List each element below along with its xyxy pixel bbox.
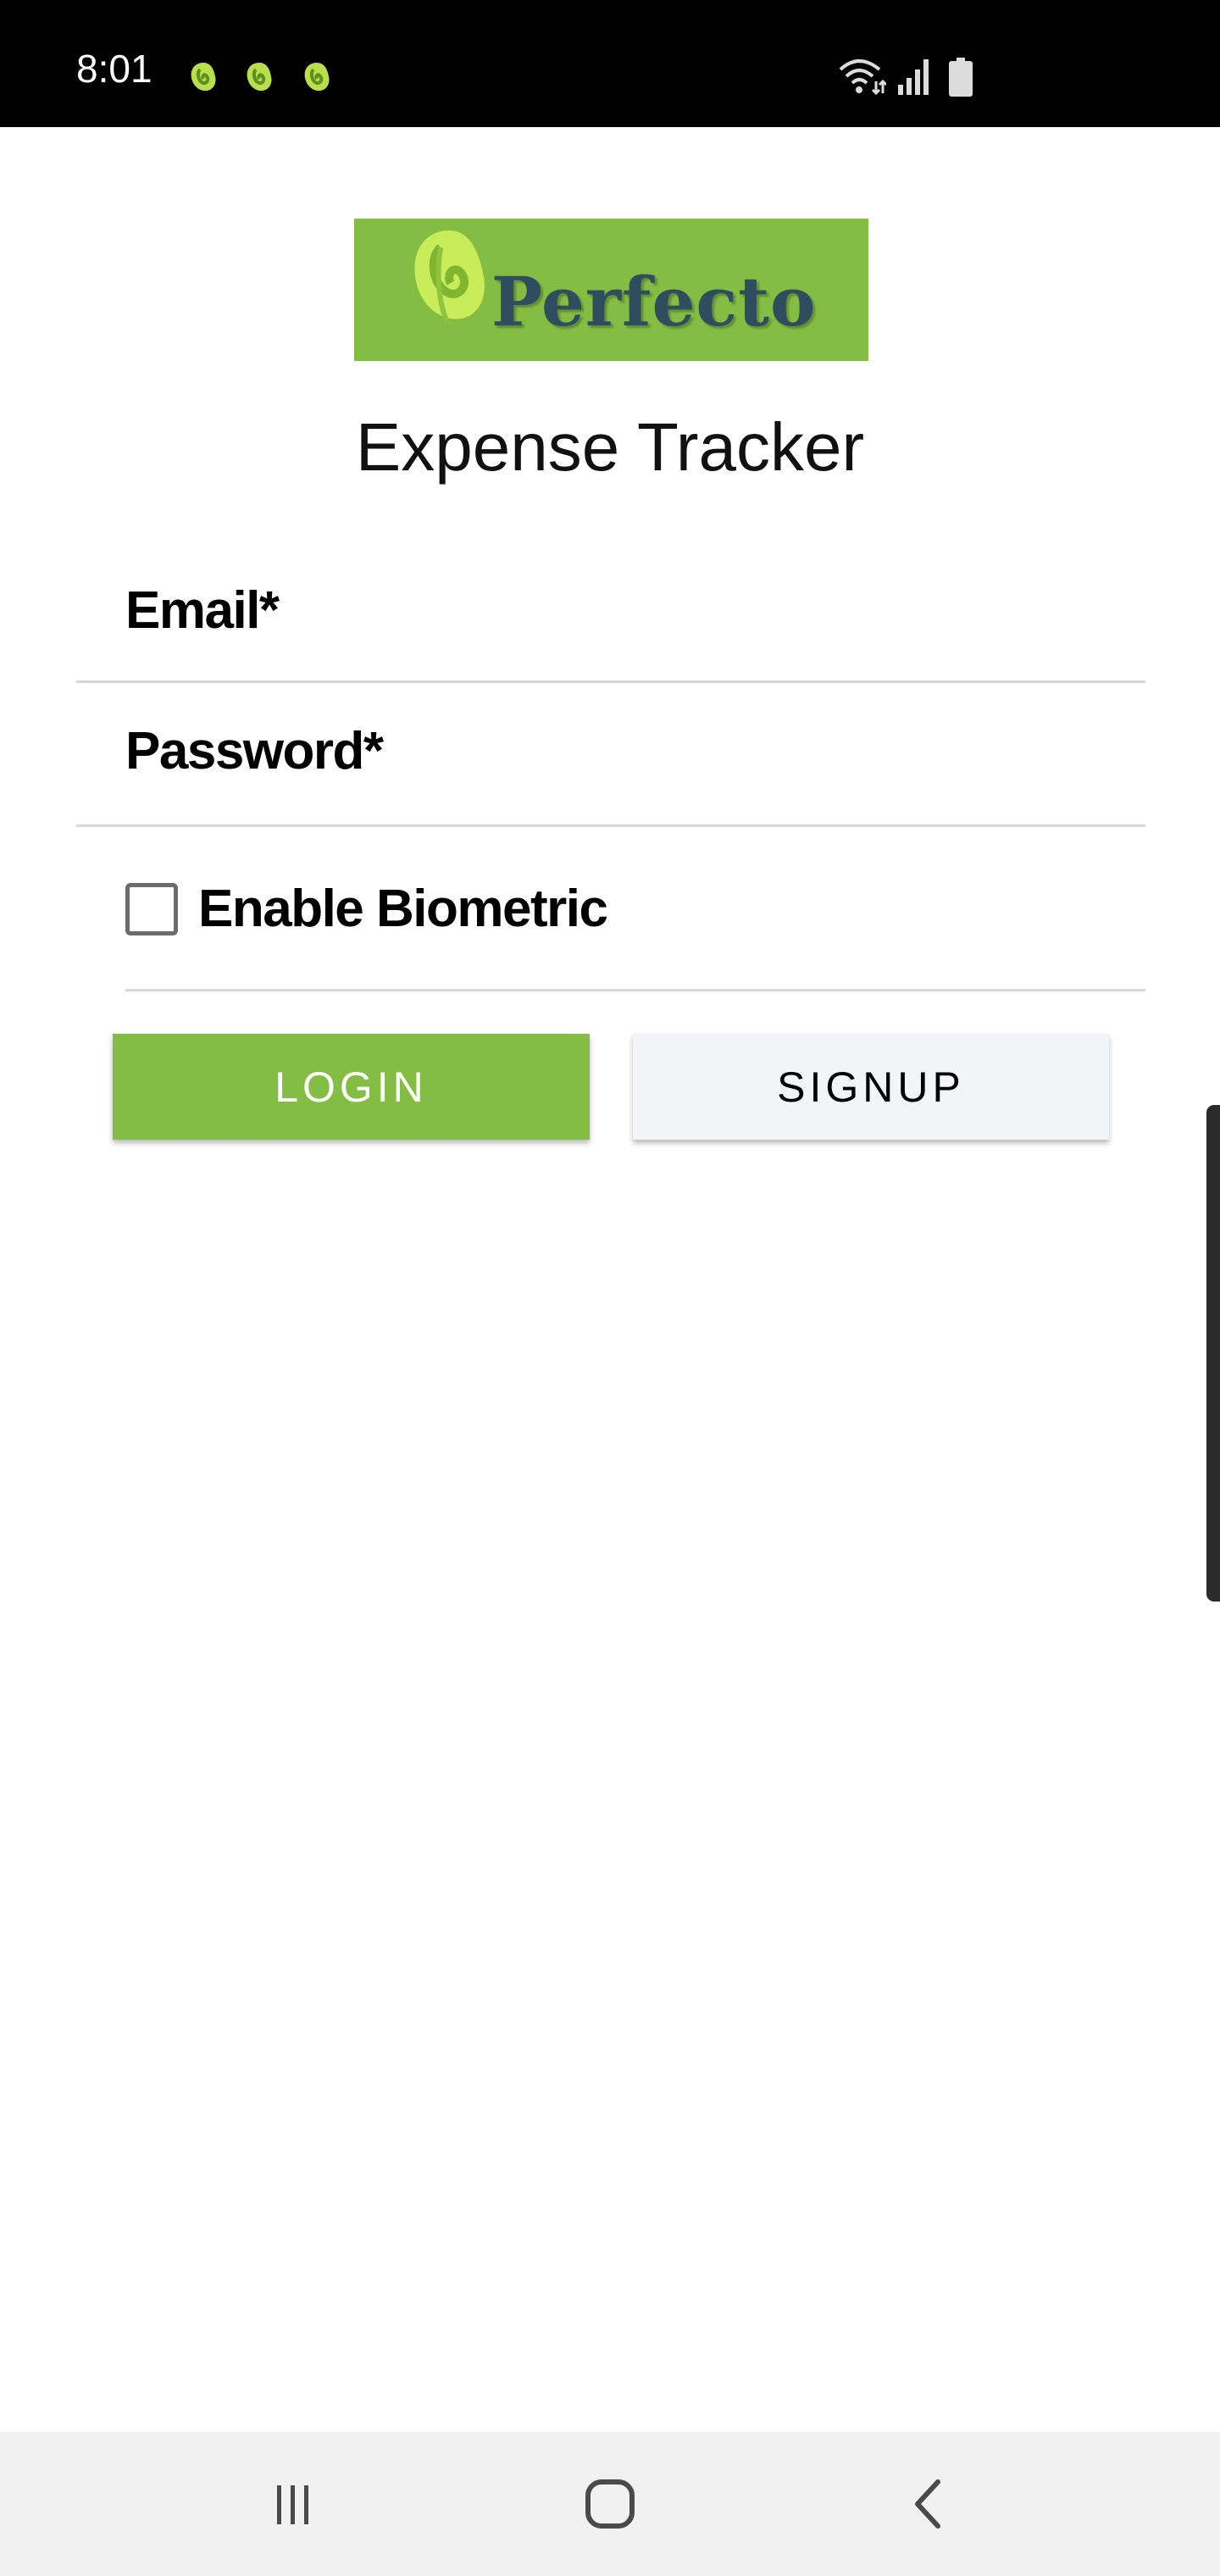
email-field[interactable]: Email* [76,539,1145,683]
logo-text: Perfecto [491,262,817,341]
home-icon [585,2479,635,2529]
biometric-label[interactable]: Enable Biometric [198,883,608,935]
signup-button[interactable]: SIGNUP [633,1034,1109,1140]
password-input[interactable] [76,683,1145,824]
status-bar: 8:01 [0,0,1220,127]
perfecto-leaf-icon [247,63,272,92]
perfecto-leaf-icon [304,63,330,92]
recent-apps-icon [277,2485,308,2524]
back-button[interactable] [886,2466,971,2542]
login-button-label: LOGIN [274,1063,428,1111]
home-button[interactable] [568,2466,652,2542]
perfecto-logo: Perfecto [354,219,868,361]
biometric-checkbox[interactable] [125,883,178,935]
recent-apps-button[interactable] [250,2466,335,2542]
scroll-indicator[interactable] [1206,1105,1220,1602]
battery-icon [949,58,973,97]
back-icon [915,2479,940,2529]
biometric-row[interactable]: Enable Biometric [125,873,1145,991]
signal-icon [898,59,929,95]
app-title: Expense Tracker [355,409,865,485]
perfecto-leaf-icon [191,63,216,92]
email-input[interactable] [76,539,1145,680]
login-button[interactable]: LOGIN [113,1034,590,1140]
status-time: 8:01 [76,47,152,91]
wifi-icon [839,59,886,95]
signup-button-label: SIGNUP [777,1063,965,1111]
perfecto-leaf-icon [414,230,485,324]
password-field[interactable]: Password* [76,683,1145,827]
navigation-bar [0,2432,1220,2576]
